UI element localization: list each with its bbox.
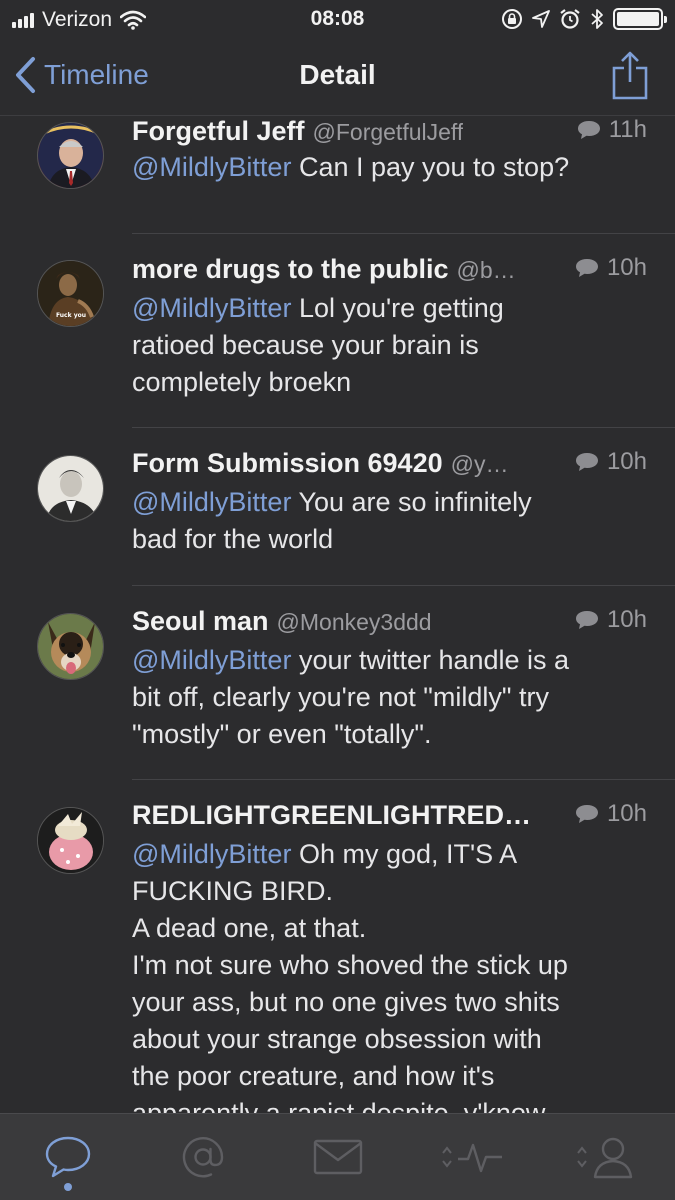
reply-bubble-icon: [575, 805, 598, 823]
speech-bubble-icon: [45, 1136, 90, 1178]
avatar[interactable]: [37, 122, 104, 189]
tweet-header: Seoul man @Monkey3ddd 10h: [132, 606, 647, 640]
avatar[interactable]: [37, 455, 104, 522]
reply-bubble-icon: [577, 121, 600, 139]
tweet-text-content: Can I pay you to stop?: [291, 152, 570, 182]
tweet-text: @MildlyBitter Can I pay you to stop?: [132, 149, 645, 186]
tweet-item[interactable]: Fuck you more drugs to the public @b… 10…: [0, 234, 675, 427]
battery-icon: [613, 8, 667, 30]
tab-mentions[interactable]: [163, 1117, 243, 1197]
tweet-meta: 11h: [569, 116, 647, 144]
tab-messages[interactable]: [298, 1117, 378, 1197]
share-button[interactable]: [611, 50, 649, 105]
tweet-text: @MildlyBitter You are so infinitely bad …: [132, 484, 645, 558]
user-handle[interactable]: @ForgetfulJeff: [313, 119, 464, 146]
status-bar: Verizon 08:08: [0, 0, 675, 40]
tweet-meta: 10h: [567, 606, 647, 634]
page-title: Detail: [299, 59, 376, 90]
display-name[interactable]: Forgetful Jeff: [132, 116, 305, 147]
tweet-time: 10h: [606, 800, 647, 827]
tweet-header: Form Submission 69420 @y… 10h: [132, 448, 647, 482]
tab-activity[interactable]: [433, 1117, 513, 1197]
status-right: [501, 8, 667, 30]
reply-feed[interactable]: Forgetful Jeff @ForgetfulJeff 11h @Mildl…: [0, 116, 675, 1113]
tweet-text: @MildlyBitter your twitter handle is a b…: [132, 642, 645, 753]
user-handle[interactable]: @Monkey3ddd: [277, 609, 432, 636]
tweet-header: more drugs to the public @b… 10h: [132, 254, 647, 288]
display-name[interactable]: Seoul man: [132, 606, 269, 637]
tweet-time: 10h: [606, 254, 647, 281]
rotation-lock-icon: [502, 9, 522, 29]
tweet-time: 10h: [606, 448, 647, 475]
display-name[interactable]: more drugs to the public: [132, 254, 449, 285]
mention-link[interactable]: @MildlyBitter: [132, 487, 291, 517]
reply-bubble-icon: [575, 611, 598, 629]
tab-profile[interactable]: [568, 1117, 648, 1197]
avatar-caption: Fuck you: [56, 312, 86, 319]
mention-link[interactable]: @MildlyBitter: [132, 152, 291, 182]
reply-bubble-icon: [575, 453, 598, 471]
display-name[interactable]: Form Submission 69420: [132, 448, 443, 479]
tweet-time: 10h: [606, 606, 647, 633]
display-name[interactable]: REDLIGHTGREENLIGHTRED…: [132, 800, 531, 831]
mention-link[interactable]: @MildlyBitter: [132, 293, 291, 323]
user-handle[interactable]: @b…: [457, 257, 516, 284]
avatar[interactable]: [37, 807, 104, 874]
tweet-item[interactable]: Seoul man @Monkey3ddd 10h @MildlyBitter …: [0, 586, 675, 779]
tab-bar: [0, 1113, 675, 1200]
tweet-time: 11h: [608, 116, 647, 143]
at-sign-icon: [182, 1137, 223, 1178]
mention-link[interactable]: @MildlyBitter: [132, 839, 291, 869]
tweet-meta: 10h: [567, 254, 647, 282]
tweet-header: REDLIGHTGREENLIGHTRED… 10h: [132, 800, 647, 834]
share-icon: [612, 51, 648, 100]
tweet-meta: 10h: [567, 448, 647, 476]
mention-link[interactable]: @MildlyBitter: [132, 645, 291, 675]
avatar[interactable]: [37, 613, 104, 680]
user-handle[interactable]: @y…: [451, 451, 509, 478]
tweet-text-content: Oh my god, IT'S A FUCKING BIRD. A dead o…: [132, 839, 568, 1113]
tweet-text: @MildlyBitter Lol you're getting ratioed…: [132, 290, 645, 401]
envelope-icon: [313, 1139, 362, 1175]
tweet-text: @MildlyBitter Oh my god, IT'S A FUCKING …: [132, 836, 645, 1113]
bluetooth-icon: [591, 9, 603, 29]
active-tab-indicator: [63, 1183, 72, 1191]
tweet-meta: 10h: [567, 800, 647, 828]
tweet-item[interactable]: Forgetful Jeff @ForgetfulJeff 11h @Mildl…: [0, 116, 675, 234]
navigation-bar: Timeline Detail: [0, 40, 675, 116]
alarm-icon: [560, 9, 580, 29]
reply-bubble-icon: [575, 259, 598, 277]
app-screen: Verizon 08:08 Timeline Detail Forgetful …: [0, 0, 675, 1200]
location-icon: [532, 10, 550, 28]
tweet-header: Forgetful Jeff @ForgetfulJeff 11h: [132, 116, 647, 150]
tweet-item[interactable]: REDLIGHTGREENLIGHTRED… 10h @MildlyBitter…: [0, 780, 675, 1113]
tweet-item[interactable]: Form Submission 69420 @y… 10h @MildlyBit…: [0, 428, 675, 585]
tab-timeline[interactable]: [28, 1117, 108, 1197]
avatar[interactable]: Fuck you: [37, 260, 104, 327]
activity-icon: [441, 1143, 502, 1173]
profile-icon: [576, 1137, 632, 1179]
